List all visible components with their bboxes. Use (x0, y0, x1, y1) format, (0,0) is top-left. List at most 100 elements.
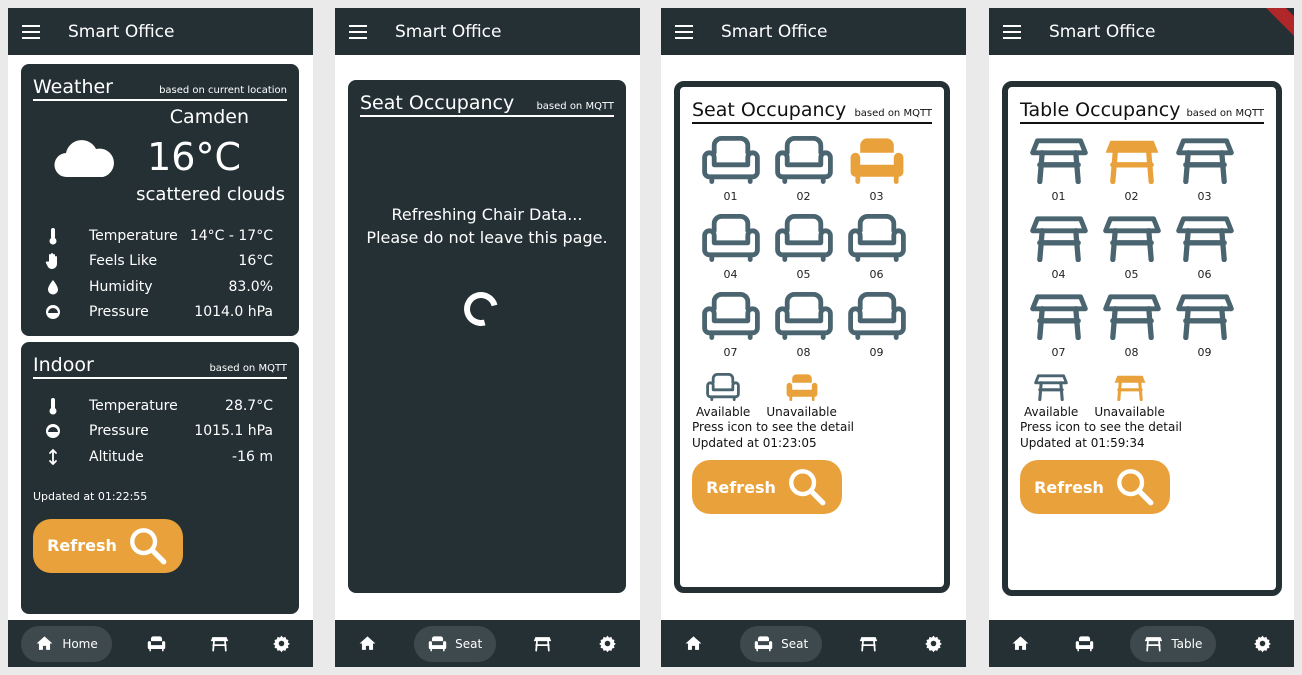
legend-unavailable: Unavailable (766, 373, 837, 419)
refresh-button[interactable]: Refresh (33, 518, 183, 573)
nav-seat[interactable]: Seat (740, 625, 823, 662)
table-available-icon (1176, 292, 1234, 340)
altitude-icon (41, 448, 65, 466)
bottom-navigation: Seat (661, 620, 966, 667)
nav-table[interactable]: Table (1130, 625, 1217, 662)
home-icon (35, 634, 54, 653)
table-item-09[interactable]: 09 (1168, 292, 1241, 359)
nav-settings[interactable] (264, 626, 300, 662)
chair-available-icon (775, 214, 833, 262)
nav-seat[interactable] (138, 626, 174, 662)
app-title: Smart Office (68, 21, 175, 42)
legend-unavailable: Unavailable (1094, 373, 1165, 419)
nav-settings[interactable] (590, 626, 626, 662)
seat-subtitle: based on MQTT (854, 108, 932, 119)
seat-item-label: 04 (723, 268, 738, 281)
seat-loading-title: Seat Occupancy (360, 92, 515, 114)
seat-item-05[interactable]: 05 (767, 214, 840, 281)
chair-icon (1075, 634, 1094, 653)
nav-table[interactable] (525, 626, 561, 662)
table-icon (1144, 634, 1163, 653)
seat-item-03[interactable]: 03 (840, 136, 913, 203)
pressure-icon (41, 422, 65, 440)
weather-description: scattered clouds (136, 184, 285, 205)
metric-value: 28.7°C (225, 397, 273, 414)
table-item-08[interactable]: 08 (1095, 292, 1168, 359)
nav-settings[interactable] (1244, 626, 1280, 662)
table-available-icon (1103, 292, 1161, 340)
seat-item-02[interactable]: 02 (767, 136, 840, 203)
loading-spinner-icon (457, 285, 505, 333)
chair-icon (147, 634, 166, 653)
nav-settings[interactable] (916, 626, 952, 662)
metric-value: 14°C - 17°C (189, 227, 273, 244)
legend-available: Available (1024, 373, 1078, 419)
nav-table[interactable] (201, 626, 237, 662)
weather-feels-like-row: Feels Like 16°C (41, 249, 273, 275)
table-available-icon (1030, 214, 1088, 262)
menu-icon[interactable] (675, 24, 693, 39)
menu-icon[interactable] (349, 24, 367, 39)
metric-label: Humidity (89, 278, 153, 295)
chair-available-icon (775, 136, 833, 184)
indoor-card-header: Indoor based on MQTT (33, 354, 287, 379)
app-bar: Smart Office (989, 8, 1294, 55)
nav-table[interactable] (851, 626, 887, 662)
seat-item-06[interactable]: 06 (840, 214, 913, 281)
seat-item-label: 03 (869, 190, 884, 203)
bottom-navigation: Table (989, 620, 1294, 667)
indoor-altitude-row: Altitude -16 m (41, 444, 273, 470)
seat-item-04[interactable]: 04 (694, 214, 767, 281)
menu-icon[interactable] (1003, 24, 1021, 39)
seat-item-08[interactable]: 08 (767, 292, 840, 359)
seat-loading-header: Seat Occupancy based on MQTT (360, 92, 614, 117)
nav-seat[interactable] (1067, 626, 1103, 662)
table-item-02[interactable]: 02 (1095, 136, 1168, 203)
table-item-label: 07 (1051, 346, 1066, 359)
phone-seat-loading-screen: Smart Office Seat Occupancy based on MQT… (335, 8, 640, 667)
table-item-03[interactable]: 03 (1168, 136, 1241, 203)
weather-temperature: 16°C (147, 135, 241, 179)
nav-seat-label: Seat (781, 636, 809, 651)
seat-item-01[interactable]: 01 (694, 136, 767, 203)
table-item-06[interactable]: 06 (1168, 214, 1241, 281)
table-available-icon (1176, 214, 1234, 262)
app-title: Smart Office (1049, 21, 1156, 42)
seat-card-header: Seat Occupancy based on MQTT (692, 99, 932, 124)
weather-summary: Camden 16°C scattered clouds (33, 101, 287, 213)
refresh-button[interactable]: Refresh (692, 460, 842, 514)
seat-item-label: 09 (869, 346, 884, 359)
table-available-icon (1034, 373, 1068, 401)
weather-subtitle: based on current location (159, 85, 287, 96)
phone-table-screen: Smart Office Table Occupancy based on MQ… (989, 8, 1294, 667)
nav-seat-label: Seat (455, 636, 483, 651)
menu-icon[interactable] (22, 24, 40, 39)
nav-table-label: Table (1171, 636, 1203, 651)
seat-item-07[interactable]: 07 (694, 292, 767, 359)
nav-home[interactable] (349, 626, 385, 662)
table-item-05[interactable]: 05 (1095, 214, 1168, 281)
indoor-metrics: Temperature 28.7°C Pressure 1015.1 hPa A… (33, 379, 287, 470)
seat-item-label: 07 (723, 346, 738, 359)
seat-grid: 01 02 03 04 05 06 07 08 09 (694, 136, 932, 359)
chair-available-icon (706, 373, 740, 401)
seat-item-09[interactable]: 09 (840, 292, 913, 359)
refresh-button[interactable]: Refresh (1020, 460, 1170, 514)
gear-icon (924, 634, 943, 653)
gear-icon (1253, 634, 1272, 653)
metric-label: Pressure (89, 423, 149, 440)
chair-unavailable-icon (785, 373, 819, 401)
indoor-temperature-row: Temperature 28.7°C (41, 393, 273, 419)
table-item-07[interactable]: 07 (1022, 292, 1095, 359)
nav-home[interactable]: Home (21, 625, 112, 662)
table-unavailable-icon (1113, 373, 1147, 401)
table-title: Table Occupancy (1020, 99, 1181, 121)
table-item-01[interactable]: 01 (1022, 136, 1095, 203)
nav-home[interactable] (675, 626, 711, 662)
table-item-04[interactable]: 04 (1022, 214, 1095, 281)
nav-home[interactable] (1003, 626, 1039, 662)
refresh-label: Refresh (706, 477, 776, 497)
table-available-icon (1176, 136, 1234, 184)
gear-icon (272, 634, 291, 653)
nav-seat[interactable]: Seat (414, 625, 497, 662)
